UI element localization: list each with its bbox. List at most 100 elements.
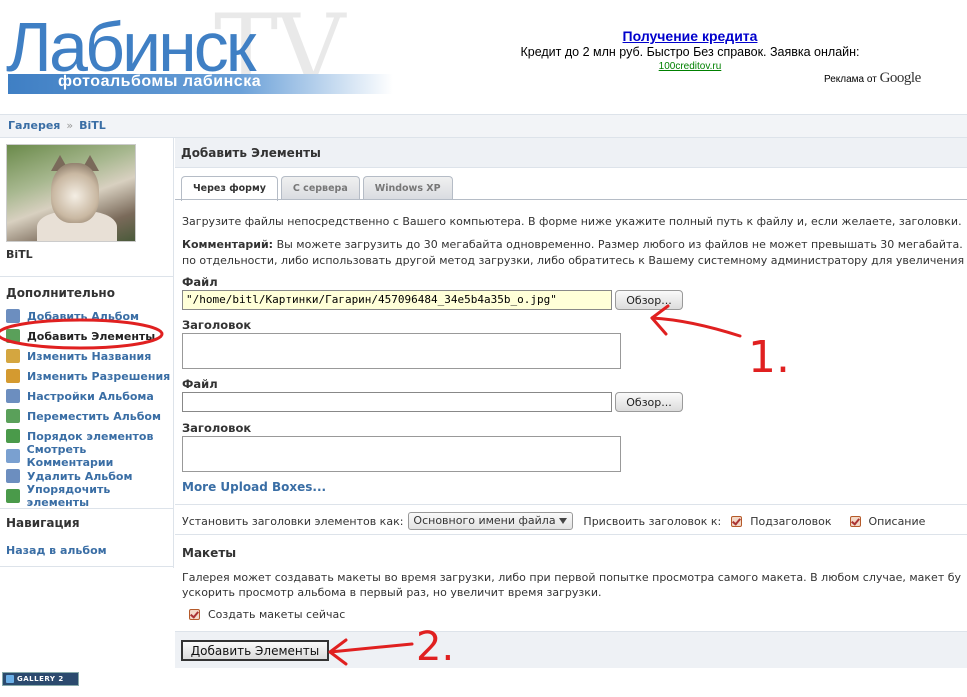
file-label-2: Файл <box>182 377 218 391</box>
submit-bar: Добавить Элементы <box>175 631 967 668</box>
sidebar-item-label: Настройки Альбома <box>27 389 154 403</box>
sidebar-item-label: Смотреть Комментарии <box>26 443 114 469</box>
summary-checkbox[interactable] <box>731 515 743 527</box>
move-album-icon <box>6 409 20 423</box>
add-items-icon <box>6 329 20 343</box>
user-avatar[interactable] <box>6 144 136 242</box>
layouts-text-line-2: ускорить просмотр альбома в первый раз, … <box>182 586 602 599</box>
sidebar-item[interactable]: Добавить Альбом <box>6 306 173 326</box>
breadcrumb-separator: » <box>66 119 74 132</box>
main-panel: Добавить Элементы Через форму С сервера … <box>175 138 967 668</box>
sidebar-item-label: Изменить Разрешения <box>27 369 171 383</box>
sidebar-item[interactable]: Изменить Разрешения <box>6 366 173 386</box>
ad-text: Кредит до 2 млн руб. Быстро Без справок.… <box>520 45 860 59</box>
set-captions-label: Установить заголовки элементов как: <box>182 514 404 528</box>
sidebar-item-label: Переместить Альбом <box>27 409 161 423</box>
sort-items-icon <box>6 489 20 503</box>
gallery-logo-icon <box>6 675 14 683</box>
dropdown-arrow-icon <box>559 518 568 524</box>
google-logo: Google <box>879 70 922 86</box>
sidebar-item-label: Добавить Альбом <box>27 309 140 323</box>
browse-button-1[interactable]: Обзор... <box>615 290 683 310</box>
sidebar-item-label: Порядок элементов <box>27 429 154 443</box>
sidebar-divider <box>0 276 174 277</box>
sidebar-divider <box>0 508 174 509</box>
logo-name: Лабинск <box>6 8 256 86</box>
file-input-1[interactable]: "/home/bitl/Картинки/Гагарин/457096484_3… <box>182 290 612 310</box>
file-input-2[interactable] <box>182 392 612 412</box>
upload-tabs: Через форму С сервера Windows XP <box>181 176 456 201</box>
ads-by-label: Реклама от <box>824 74 877 85</box>
sidebar-divider <box>0 566 174 567</box>
add-album-icon <box>6 309 20 323</box>
album-settings-icon <box>6 389 20 403</box>
order-items-icon <box>6 429 20 443</box>
edit-captions-icon <box>6 349 20 363</box>
layouts-description: Галерея может создавать макеты во время … <box>182 570 967 600</box>
sidebar-heading-extra: Дополнительно <box>6 286 115 300</box>
permissions-icon <box>6 369 20 383</box>
comment-text-2: по отдельности, либо использовать другой… <box>182 254 965 267</box>
breadcrumb: Галерея » BiTL <box>0 114 967 138</box>
sidebar-item[interactable]: Добавить Элементы <box>6 326 173 346</box>
tab-server[interactable]: С сервера <box>280 176 360 200</box>
sidebar-item[interactable]: Смотреть Комментарии <box>6 443 173 469</box>
sidebar-item[interactable]: Переместить Альбом <box>6 406 173 426</box>
sidebar-item[interactable]: Изменить Названия <box>6 346 173 366</box>
comment-text: Вы можете загрузить до 30 мегабайта одно… <box>273 238 963 251</box>
site-logo[interactable]: TV Лабинск фотоальбомы лабинска <box>6 0 406 106</box>
summary-label: Подзаголовок <box>750 514 832 528</box>
comment-label: Комментарий: <box>182 238 274 251</box>
create-layouts-checkbox[interactable] <box>189 609 200 620</box>
page-title: Добавить Элементы <box>175 138 967 168</box>
caption-source-value: Основного имени файла <box>413 514 556 527</box>
delete-album-icon <box>6 469 20 483</box>
create-layouts-option: Создать макеты сейчас <box>182 608 345 621</box>
breadcrumb-gallery[interactable]: Галерея <box>8 119 60 132</box>
sidebar-item-label: Изменить Названия <box>27 349 152 363</box>
upload-comment: Комментарий: Вы можете загрузить до 30 м… <box>182 237 967 269</box>
tabs-divider <box>175 199 967 200</box>
create-layouts-label: Создать макеты сейчас <box>208 608 346 621</box>
header: TV Лабинск фотоальбомы лабинска Получени… <box>0 0 967 112</box>
sidebar-item-label: Удалить Альбом <box>27 469 133 483</box>
sidebar-item[interactable]: Настройки Альбома <box>6 386 173 406</box>
gallery-badge-text: GALLERY 2 <box>17 675 64 683</box>
avatar-cat-head <box>51 163 99 223</box>
sidebar-heading-navigation: Навигация <box>6 516 80 530</box>
caption-settings: Установить заголовки элементов как: Осно… <box>182 512 925 530</box>
sidebar-item-label: Добавить Элементы <box>27 329 156 343</box>
caption-label-2: Заголовок <box>182 421 252 435</box>
description-checkbox[interactable] <box>849 515 861 527</box>
sidebar-item[interactable]: Упорядочить элементы <box>6 483 173 509</box>
description-label: Описание <box>868 514 926 528</box>
comments-icon <box>6 449 20 463</box>
assign-caption-label: Присвоить заголовок к: <box>583 514 722 528</box>
sidebar-links: Добавить Альбом Добавить Элементы Изменить… <box>6 306 173 509</box>
logo-subtitle: фотоальбомы лабинска <box>58 73 262 90</box>
ad-title-link[interactable]: Получение кредита <box>490 28 890 44</box>
caption-textarea-1[interactable] <box>182 333 621 369</box>
browse-button-2[interactable]: Обзор... <box>615 392 683 412</box>
back-to-album-link[interactable]: Назад в альбом <box>6 544 107 557</box>
more-upload-boxes-link[interactable]: More Upload Boxes... <box>182 480 326 494</box>
gallery-badge[interactable]: GALLERY 2 <box>2 672 79 686</box>
ads-by-google[interactable]: Реклама от Google <box>824 70 921 87</box>
sidebar: BiTL Дополнительно Добавить Альбом Добави… <box>0 138 174 568</box>
layouts-text-line-1: Галерея может создавать макеты во время … <box>182 571 962 584</box>
caption-label-1: Заголовок <box>182 318 252 332</box>
upload-intro: Загрузите файлы непосредственно с Вашего… <box>182 215 962 228</box>
section-divider <box>175 534 967 535</box>
caption-source-select[interactable]: Основного имени файла <box>408 512 574 530</box>
section-divider <box>175 504 967 505</box>
username: BiTL <box>6 248 33 261</box>
add-items-submit-button[interactable]: Добавить Элементы <box>181 640 329 661</box>
breadcrumb-album[interactable]: BiTL <box>79 119 106 132</box>
sidebar-item-label: Упорядочить элементы <box>26 483 111 509</box>
file-label-1: Файл <box>182 275 218 289</box>
ad-block: Получение кредита Кредит до 2 млн руб. Б… <box>490 28 890 72</box>
caption-textarea-2[interactable] <box>182 436 621 472</box>
tab-windows-xp[interactable]: Windows XP <box>362 176 453 200</box>
layouts-heading: Макеты <box>182 546 237 560</box>
tab-form[interactable]: Через форму <box>181 176 278 201</box>
